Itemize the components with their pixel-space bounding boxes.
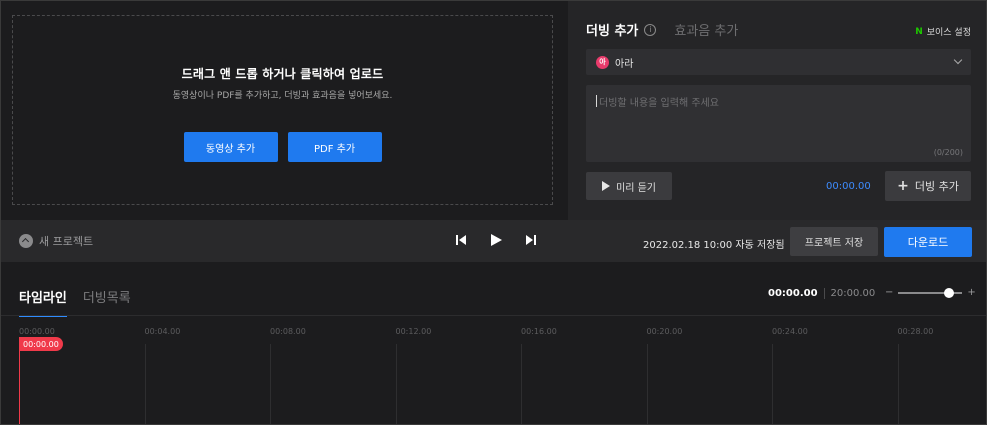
voice-select[interactable]: 아 아라 [586, 49, 971, 75]
timeline-tick-line [646, 344, 648, 424]
timeline-tick-line [521, 344, 522, 424]
zoom-slider-handle[interactable] [944, 287, 955, 298]
skip-back-icon[interactable] [455, 234, 467, 246]
zoom-in-icon[interactable]: + [967, 287, 975, 298]
timeline-tick-label: 00:28.00 [897, 327, 934, 336]
timeline-tick-label: 00:04.00 [144, 327, 181, 336]
chevron-up-circle-icon [19, 234, 33, 248]
timeline-tick-line [270, 344, 271, 424]
play-icon[interactable] [489, 233, 503, 247]
dubbing-text-input[interactable]: 더빙할 내용을 입력해 주세요 (0/200) [586, 85, 971, 162]
voice-setting-link[interactable]: N 보이스 설정 [915, 25, 971, 39]
timeline-tick-label: 00:16.00 [521, 327, 557, 336]
editor-top: 드래그 앤 드롭 하거나 클릭하여 업로드 동영상이나 PDF를 추가하고, 더… [1, 1, 986, 220]
voice-avatar: 아 [596, 55, 609, 69]
skip-forward-icon[interactable] [525, 234, 537, 246]
dropzone-subtitle: 동영상이나 PDF를 추가하고, 더빙과 효과음을 넣어보세요. [172, 91, 393, 101]
timeline-tick-label: 00:20.00 [646, 327, 683, 336]
timeline-ruler[interactable]: 00:28.00 00:24.00 00:20.00 00:16.00 00:12.00… [1, 324, 986, 424]
download-button[interactable]: 다운로드 [884, 227, 972, 257]
project-name-toggle[interactable]: 새 프로젝트 [19, 233, 93, 249]
tab-timeline[interactable]: 타임라인 [19, 287, 67, 317]
timeline-tick-label: 00:00.00 [19, 327, 55, 336]
voice-name: 아라 [615, 58, 634, 70]
info-icon[interactable]: i [644, 23, 657, 36]
voice-setting-label: 보이스 설정 [926, 28, 971, 38]
current-time: 00:00.00 [768, 288, 818, 299]
timeline-panel: 타임라인 더빙목록 00:00.00 20:00.00 − + 00:28.00… [1, 262, 986, 424]
tab-add-dubbing[interactable]: 더빙 추가 [586, 20, 638, 39]
timeline-tick-line [395, 344, 397, 424]
add-pdf-button[interactable]: PDF 추가 [287, 132, 382, 162]
timeline-divider [1, 315, 986, 316]
dubbing-tabs: 더빙 추가 i 효과음 추가 [586, 20, 738, 39]
dropzone-title: 드래그 앤 드롭 하거나 클릭하여 업로드 [181, 67, 384, 81]
timeline-tick-line [897, 344, 899, 424]
add-dubbing-label: 더빙 추가 [914, 180, 959, 193]
timeline-tick-label: 00:24.00 [772, 327, 808, 336]
preview-button[interactable]: 미리 듣기 [586, 172, 672, 200]
timeline-tabs: 타임라인 더빙목록 [19, 287, 131, 317]
timeline-tick-line [772, 344, 773, 424]
upload-dropzone[interactable]: 드래그 앤 드롭 하거나 클릭하여 업로드 동영상이나 PDF를 추가하고, 더… [12, 15, 553, 205]
upload-buttons: 동영상 추가 PDF 추가 [183, 132, 382, 162]
tab-add-sound-effect[interactable]: 효과음 추가 [674, 20, 738, 39]
zoom-slider[interactable] [898, 287, 963, 298]
dubbing-placeholder: 더빙할 내용을 입력해 주세요 [599, 98, 719, 109]
chevron-down-icon [953, 55, 963, 65]
preview-label: 미리 듣기 [616, 182, 656, 194]
control-bar: 새 프로젝트 2022.02.18 10:00 자동 저장됨 프로젝트 저장 다… [1, 220, 986, 262]
save-project-button[interactable]: 프로젝트 저장 [790, 227, 878, 256]
upload-pane: 드래그 앤 드롭 하거나 클릭하여 업로드 동영상이나 PDF를 추가하고, 더… [1, 1, 568, 220]
dubbing-duration: 00:00.00 [826, 181, 871, 192]
add-dubbing-button[interactable]: + 더빙 추가 [885, 171, 971, 201]
time-readout: 00:00.00 20:00.00 [768, 288, 875, 299]
time-separator [823, 288, 825, 299]
timeline-tick-line [144, 344, 146, 424]
timeline-tick-label: 00:08.00 [270, 327, 306, 336]
naver-logo-icon: N [915, 26, 923, 37]
playhead-line[interactable] [19, 342, 20, 424]
project-name: 새 프로젝트 [39, 235, 94, 248]
transport-controls [455, 233, 537, 247]
plus-icon: + [897, 178, 909, 194]
tab-dubbing-list[interactable]: 더빙목록 [83, 287, 131, 306]
play-icon [602, 181, 610, 191]
add-video-button[interactable]: 동영상 추가 [183, 132, 278, 162]
autosave-status: 2022.02.18 10:00 자동 저장됨 [643, 240, 785, 251]
zoom-out-icon[interactable]: − [885, 287, 893, 298]
timeline-tick-label: 00:12.00 [395, 327, 432, 336]
zoom-control: − + [885, 287, 976, 298]
playhead-time-badge[interactable]: 00:00.00 [19, 337, 63, 351]
total-time: 20:00.00 [830, 288, 876, 299]
dubbing-panel: 더빙 추가 i 효과음 추가 N 보이스 설정 아 아라 더빙할 내용을 입력해… [568, 1, 986, 220]
text-caret [596, 95, 597, 107]
character-counter: (0/200) [933, 148, 963, 157]
